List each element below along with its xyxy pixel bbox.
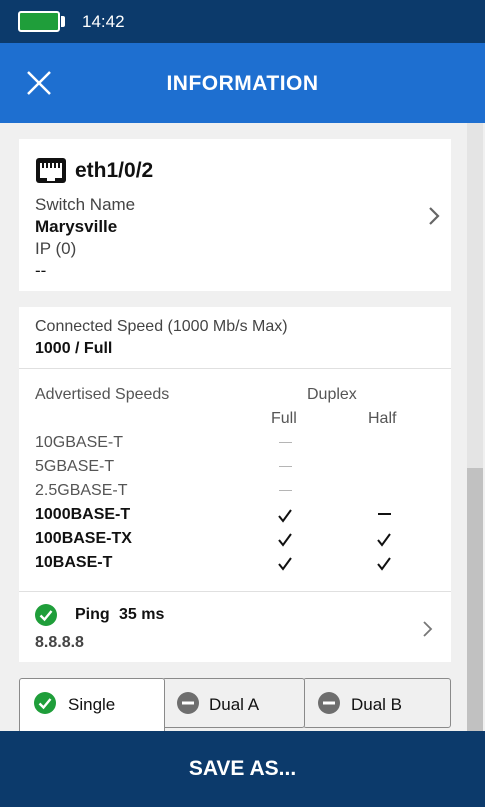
not-supported-dash — [279, 442, 292, 443]
status-bar: 14:42 — [0, 0, 485, 43]
battery-tip — [61, 16, 65, 27]
ethernet-port-icon — [36, 158, 66, 183]
speed-name: 10BASE-T — [35, 554, 113, 571]
switch-name-label: Switch Name — [35, 195, 136, 214]
check-icon — [278, 509, 292, 523]
check-icon — [278, 533, 292, 547]
duplex-label: Duplex — [307, 386, 357, 403]
save-as-button[interactable]: SAVE AS... — [0, 731, 485, 807]
chevron-right-icon[interactable] — [427, 205, 441, 227]
tab-dual-b[interactable]: Dual B — [303, 678, 451, 728]
ping-address: 8.8.8.8 — [35, 634, 84, 651]
speed-name: 2.5GBASE-T — [35, 482, 128, 499]
advertised-speeds-label: Advertised Speeds — [35, 386, 170, 403]
tab-label: Dual A — [209, 695, 260, 714]
tab-dual-a[interactable]: Dual A — [162, 678, 305, 728]
speed-name: 10GBASE-T — [35, 434, 124, 451]
tab-single[interactable]: Single — [19, 678, 165, 731]
status-time: 14:42 — [82, 12, 125, 31]
minus-circle-icon — [177, 692, 199, 714]
speed-name: 1000BASE-T — [35, 506, 131, 523]
check-icon — [377, 557, 391, 571]
app-bar: INFORMATION — [0, 43, 485, 123]
check-icon — [278, 557, 292, 571]
chevron-right-icon[interactable] — [422, 620, 434, 638]
page-title: INFORMATION — [166, 72, 319, 95]
ip-value: -- — [35, 261, 47, 280]
port-card[interactable]: eth1/0/2 Switch Name Marysville IP (0) -… — [19, 139, 451, 291]
minus-circle-icon — [318, 692, 340, 714]
tab-label: Dual B — [351, 695, 403, 714]
speed-name: 5GBASE-T — [35, 458, 115, 475]
check-circle-icon — [34, 692, 56, 714]
half-column-header: Half — [368, 410, 397, 427]
ping-row[interactable]: Ping 35 ms 8.8.8.8 — [19, 592, 451, 662]
ping-label: Ping — [75, 606, 110, 623]
not-advertised-dash — [378, 513, 391, 515]
check-circle-icon — [35, 604, 57, 626]
check-icon — [377, 533, 391, 547]
speed-name: 100BASE-TX — [35, 530, 132, 547]
save-as-label: SAVE AS... — [188, 757, 297, 780]
tab-label: Single — [68, 695, 116, 714]
battery-icon — [18, 11, 60, 32]
connected-speed-label: Connected Speed (1000 Mb/s Max) — [35, 318, 288, 335]
content-area: eth1/0/2 Switch Name Marysville IP (0) -… — [0, 123, 485, 731]
scrollbar-thumb[interactable] — [467, 468, 483, 731]
connected-speed-value: 1000 / Full — [35, 340, 113, 357]
ip-label: IP (0) — [35, 239, 77, 258]
not-supported-dash — [279, 490, 292, 491]
port-name: eth1/0/2 — [75, 159, 154, 182]
not-supported-dash — [279, 466, 292, 467]
switch-name-value: Marysville — [35, 217, 118, 236]
full-column-header: Full — [271, 410, 297, 427]
test-mode-tabs: Dual B Dual A Single — [19, 678, 451, 731]
link-card: Connected Speed (1000 Mb/s Max) 1000 / F… — [19, 307, 451, 662]
divider — [19, 368, 451, 369]
ping-time: 35 ms — [119, 606, 165, 623]
